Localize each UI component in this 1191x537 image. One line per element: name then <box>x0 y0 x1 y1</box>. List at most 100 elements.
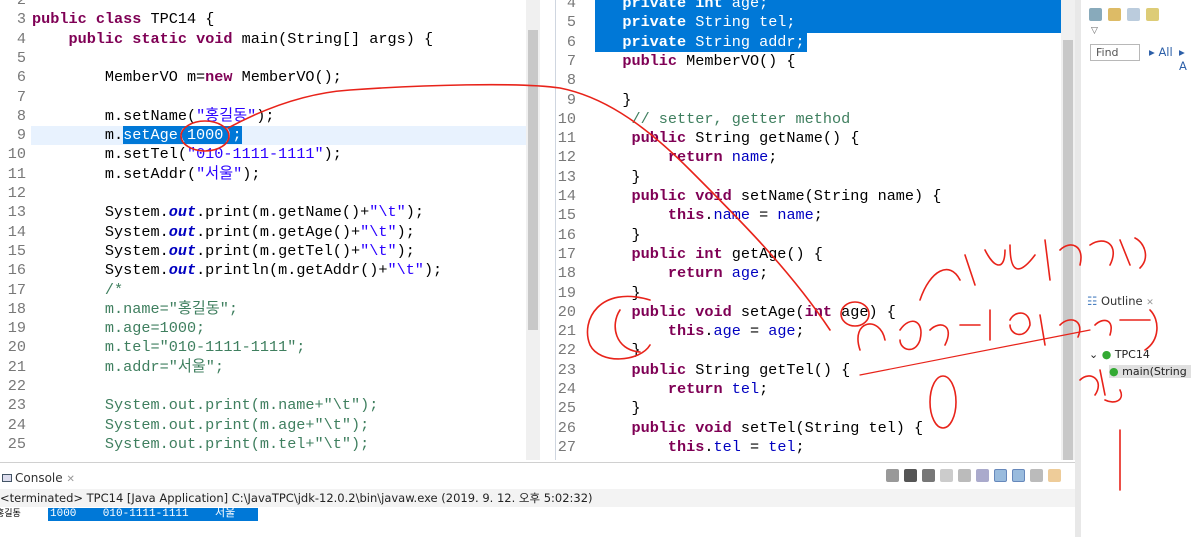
code-line[interactable]: 24 return tel; <box>556 380 1061 399</box>
code-line[interactable]: 14 public void setName(String name) { <box>556 187 1061 206</box>
code-text: System.out.print(m.getName()+"\t"); <box>32 203 424 222</box>
code-line[interactable]: 24 System.out.print(m.age+"\t"); <box>0 416 526 435</box>
console-tab[interactable]: Console ✕ <box>0 467 81 489</box>
code-text: System.out.print(m.getTel()+"\t"); <box>32 241 415 260</box>
code-text: m.addr="서울"; <box>32 357 224 376</box>
code-line[interactable]: 4 private int age; <box>556 0 1061 14</box>
code-line[interactable]: 8 m.setName("홍길동"); <box>0 107 526 126</box>
all-link[interactable]: ▸ All <box>1149 45 1173 59</box>
code-line[interactable]: 17 public int getAge() { <box>556 245 1061 264</box>
code-line[interactable]: 4 public static void main(String[] args)… <box>0 30 526 49</box>
outline-tab[interactable]: ☷ Outline ✕ <box>1087 294 1154 308</box>
editor-scrollbar[interactable] <box>526 0 540 460</box>
code-line[interactable]: 13 System.out.print(m.getName()+"\t"); <box>0 203 526 222</box>
code-line[interactable]: 16 } <box>556 226 1061 245</box>
remove-all-icon[interactable] <box>922 469 935 482</box>
code-line[interactable]: 17 /* <box>0 281 526 300</box>
code-line[interactable]: 25 System.out.print(m.tel+"\t"); <box>0 435 526 454</box>
code-line[interactable]: 10 // setter, getter method <box>556 110 1061 129</box>
find-input[interactable]: Find <box>1090 44 1140 61</box>
code-line[interactable]: 19 } <box>556 284 1061 303</box>
open-console-icon[interactable] <box>1048 469 1061 482</box>
line-number: 16 <box>557 225 576 244</box>
show-console-icon[interactable] <box>1012 469 1025 482</box>
clear-console-icon[interactable] <box>940 469 953 482</box>
code-line[interactable]: 15 System.out.print(m.getTel()+"\t"); <box>0 242 526 261</box>
close-icon[interactable]: ✕ <box>1146 298 1154 308</box>
code-line[interactable]: 12 return name; <box>556 148 1061 167</box>
code-line[interactable]: 22 } <box>556 341 1061 360</box>
collapse-icon[interactable] <box>1127 8 1140 21</box>
focus-icon[interactable] <box>1108 8 1121 21</box>
display-console-icon[interactable] <box>1030 469 1043 482</box>
line-number: 17 <box>7 280 26 299</box>
code-line[interactable]: 11 public String getName() { <box>556 129 1061 148</box>
code-text: return tel; <box>667 380 769 398</box>
code-line[interactable]: 21 this.age = age; <box>556 322 1061 341</box>
line-number: 16 <box>7 261 26 280</box>
line-number: 23 <box>7 396 26 415</box>
code-line[interactable]: 13 } <box>556 168 1061 187</box>
tree-method-main[interactable]: ● main(String <box>1109 365 1191 378</box>
line-number: 4 <box>16 29 26 48</box>
scroll-lock-icon[interactable] <box>958 469 971 482</box>
line-number: 22 <box>557 341 576 360</box>
code-text: m.setAge(1000); <box>32 126 242 145</box>
code-line[interactable]: 3 public class TPC14 { <box>0 10 526 29</box>
code-line[interactable]: 5 <box>0 49 526 68</box>
code-line[interactable]: 22 <box>0 377 526 396</box>
editor-tpc14[interactable]: 2 3 public class TPC14 {4 public static vo… <box>0 0 540 460</box>
code-line[interactable]: 15 this.name = name; <box>556 206 1061 225</box>
line-number: 27 <box>557 437 576 456</box>
line-number: 17 <box>557 244 576 263</box>
pin-console-icon[interactable] <box>994 469 1007 482</box>
code-line[interactable]: 10 m.setTel("010-1111-1111"); <box>0 145 526 164</box>
outline-icon: ☷ <box>1087 294 1098 308</box>
task-repository-icon[interactable] <box>1146 8 1159 21</box>
hide-completed-icon[interactable] <box>1089 8 1102 21</box>
code-line[interactable]: 25 } <box>556 399 1061 418</box>
code-line[interactable]: 19 m.age=1000; <box>0 319 526 338</box>
code-line[interactable]: 18 m.name="홍길동"; <box>0 300 526 319</box>
code-line[interactable]: 2 <box>0 0 526 10</box>
code-line[interactable]: 23 System.out.print(m.name+"\t"); <box>0 396 526 415</box>
code-text: m.setName("홍길동"); <box>32 106 275 125</box>
code-line[interactable]: 20 m.tel="010-1111-1111"; <box>0 338 526 357</box>
code-line[interactable]: 11 m.setAddr("서울"); <box>0 165 526 184</box>
code-text: /* <box>32 280 124 299</box>
code-line[interactable]: 5 private String tel; <box>556 13 1061 33</box>
console-output-selected: 1000 010-1111-1111 서울 <box>48 508 258 521</box>
code-line[interactable]: 21 m.addr="서울"; <box>0 358 526 377</box>
close-icon[interactable]: ✕ <box>66 474 74 485</box>
remove-launch-icon[interactable] <box>904 469 917 482</box>
code-line[interactable]: 7 <box>0 88 526 107</box>
code-line[interactable]: 7 public MemberVO() { <box>556 52 1061 71</box>
code-line[interactable]: 9 } <box>556 91 1061 110</box>
code-line[interactable]: 6 MemberVO m=new MemberVO(); <box>0 68 526 87</box>
code-line[interactable]: 14 System.out.print(m.getAge()+"\t"); <box>0 223 526 242</box>
view-menu-icon[interactable]: ▽ <box>1091 26 1098 36</box>
line-number: 24 <box>7 415 26 434</box>
tree-class-tpc14[interactable]: ⌄ ● TPC14 <box>1089 348 1150 361</box>
code-line[interactable]: 23 public String getTel() { <box>556 361 1061 380</box>
code-line[interactable]: 16 System.out.println(m.getAddr()+"\t"); <box>0 261 526 280</box>
a-link[interactable]: ▸ A <box>1179 45 1191 73</box>
editor-membervo[interactable]: 4 private int age; 5 private String tel; 6… <box>555 0 1075 460</box>
code-line[interactable]: 27 this.tel = tel; <box>556 438 1061 457</box>
editor-scrollbar[interactable] <box>1061 0 1075 460</box>
line-number: 19 <box>557 283 576 302</box>
line-number: 26 <box>557 418 576 437</box>
line-number: 7 <box>16 87 26 106</box>
line-number: 14 <box>7 222 26 241</box>
code-line[interactable]: 26 public void setTel(String tel) { <box>556 419 1061 438</box>
code-line[interactable]: 20 public void setAge(int age) { <box>556 303 1061 322</box>
line-number: 11 <box>7 164 26 183</box>
code-line[interactable]: 18 return age; <box>556 264 1061 283</box>
line-number: 23 <box>557 360 576 379</box>
terminate-icon[interactable] <box>886 469 899 482</box>
code-line[interactable]: 8 <box>556 71 1061 90</box>
word-wrap-icon[interactable] <box>976 469 989 482</box>
code-line[interactable]: 9 m.setAge(1000); <box>17 126 526 146</box>
code-line[interactable]: 6 private String addr; <box>556 32 1061 52</box>
code-line[interactable]: 12 <box>0 184 526 203</box>
